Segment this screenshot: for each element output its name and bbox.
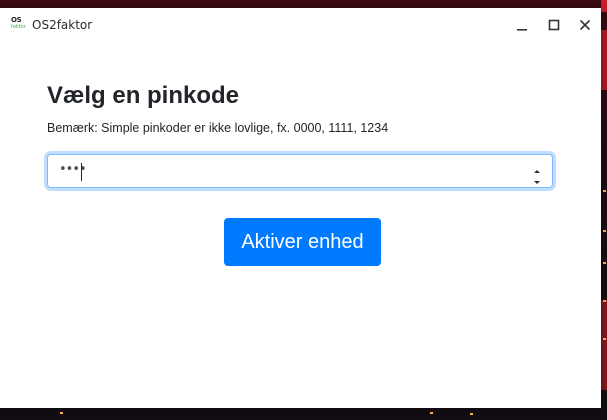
pin-spinner[interactable] [532,161,542,184]
wallpaper-light [603,230,606,232]
pin-input[interactable]: •••• [47,154,553,188]
wallpaper-light [603,190,606,192]
app-window: OS faktor OS2faktor Vælg en pinkode Bemæ… [0,8,601,408]
wallpaper-streak [601,30,607,90]
wallpaper-light [603,300,606,302]
text-caret [81,163,82,181]
logo-os-text: OS [11,16,22,24]
wallpaper-streak [601,0,607,12]
main-content: Vælg en pinkode Bemærk: Simple pinkoder … [0,42,601,408]
wallpaper-light [603,338,606,340]
minimize-icon [517,29,527,31]
title-bar[interactable]: OS faktor OS2faktor [0,8,601,42]
activate-device-button[interactable]: Aktiver enhed [224,218,381,266]
wallpaper-light [603,262,606,264]
spin-down-button[interactable] [532,172,542,184]
wallpaper-light [470,413,473,415]
app-logo: OS faktor [11,17,27,31]
wallpaper-light [430,412,433,414]
maximize-button[interactable] [542,14,566,36]
wallpaper-light [60,412,63,414]
page-title: Vælg en pinkode [47,82,240,109]
spin-up-button[interactable] [532,161,542,173]
close-icon [579,19,591,31]
chevron-down-icon [534,181,540,184]
logo-faktor-text: faktor [11,24,26,30]
window-title: OS2faktor [32,18,93,32]
minimize-button[interactable] [510,14,534,36]
maximize-icon [548,19,560,31]
pin-rules-note: Bemærk: Simple pinkoder er ikke lovlige,… [47,121,389,135]
close-button[interactable] [573,14,597,36]
wallpaper-streak [601,300,607,390]
